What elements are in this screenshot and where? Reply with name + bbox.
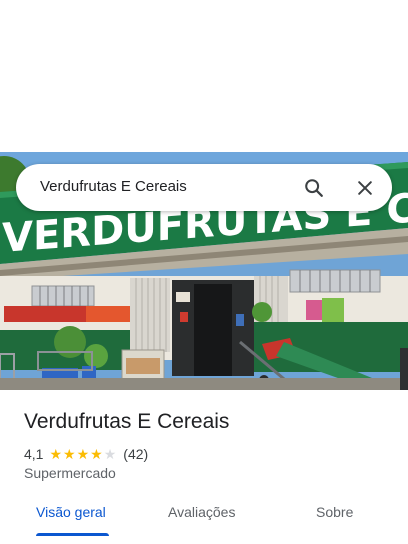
close-icon bbox=[358, 181, 372, 195]
rating-row[interactable]: 4,1 ★ ★ ★ ★ ★ (42) bbox=[24, 445, 148, 463]
search-icon bbox=[305, 179, 323, 197]
rating-stars: ★ ★ ★ ★ ★ bbox=[49, 447, 117, 461]
review-count[interactable]: (42) bbox=[123, 446, 148, 462]
map-blank-area bbox=[0, 0, 408, 152]
tab-reviews[interactable]: Avaliações bbox=[168, 504, 235, 520]
search-button[interactable] bbox=[299, 173, 329, 203]
tab-overview[interactable]: Visão geral bbox=[36, 504, 106, 520]
star-icon: ★ bbox=[63, 446, 76, 462]
star-empty-icon: ★ bbox=[103, 446, 117, 462]
star-icon: ★ bbox=[49, 446, 63, 462]
search-bar[interactable]: Verdufrutas E Cereais bbox=[16, 164, 392, 211]
place-category: Supermercado bbox=[24, 465, 116, 481]
clear-search-button[interactable] bbox=[350, 173, 380, 203]
active-tab-indicator bbox=[36, 533, 109, 536]
search-query-text[interactable]: Verdufrutas E Cereais bbox=[40, 178, 187, 195]
rating-value: 4,1 bbox=[24, 446, 44, 462]
tab-about[interactable]: Sobre bbox=[316, 504, 353, 520]
star-icon: ★ bbox=[90, 446, 103, 462]
star-icon: ★ bbox=[76, 446, 90, 462]
place-tabs: Visão geral Avaliações Sobre bbox=[0, 492, 408, 536]
place-title: Verdufrutas E Cereais bbox=[24, 410, 230, 433]
